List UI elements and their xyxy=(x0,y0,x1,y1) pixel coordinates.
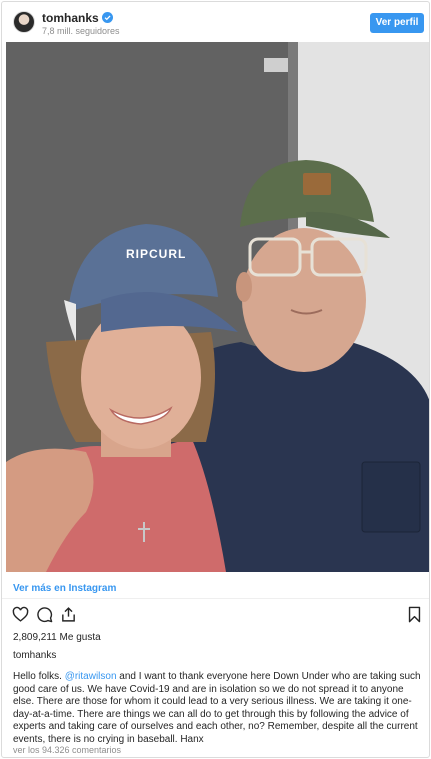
view-comments-link[interactable]: ver los 94.326 comentarios xyxy=(13,745,121,755)
mention-link[interactable]: @ritawilson xyxy=(65,671,117,682)
comment-icon[interactable] xyxy=(36,606,53,623)
caption-text-start: Hello folks. xyxy=(13,671,65,682)
man-ear xyxy=(236,272,252,302)
heart-icon[interactable] xyxy=(12,606,29,623)
instagram-embed-card: tomhanks 7,8 mill. seguidores Ver perfil xyxy=(1,1,430,758)
cap-logo-text: RIPCURL xyxy=(126,247,186,261)
action-bar xyxy=(2,604,429,626)
cabinet-label xyxy=(264,58,288,72)
verified-badge-icon xyxy=(101,12,113,23)
post-header: tomhanks 7,8 mill. seguidores Ver perfil xyxy=(2,2,429,42)
profile-avatar[interactable] xyxy=(13,11,35,33)
bookmark-icon[interactable] xyxy=(406,606,423,623)
post-photo[interactable]: RIPCURL xyxy=(6,42,429,572)
view-more-on-instagram-link[interactable]: Ver más en Instagram xyxy=(13,583,116,594)
carhartt-patch xyxy=(303,173,331,195)
caption-text-rest: and I want to thank everyone here Down U… xyxy=(13,671,421,745)
shirt-pocket xyxy=(361,461,421,533)
username-text[interactable]: tomhanks xyxy=(42,11,99,25)
post-photo-illustration: RIPCURL xyxy=(6,42,429,572)
post-caption: Hello folks. @ritawilson and I want to t… xyxy=(13,671,421,746)
username[interactable]: tomhanks xyxy=(42,11,113,25)
divider xyxy=(2,598,429,599)
man-face xyxy=(242,228,366,372)
caption-username[interactable]: tomhanks xyxy=(13,650,56,661)
like-count[interactable]: 2,809,211 Me gusta xyxy=(13,632,101,643)
follower-count: 7,8 mill. seguidores xyxy=(42,26,120,36)
view-profile-button[interactable]: Ver perfil xyxy=(370,13,424,33)
share-icon[interactable] xyxy=(60,606,77,623)
